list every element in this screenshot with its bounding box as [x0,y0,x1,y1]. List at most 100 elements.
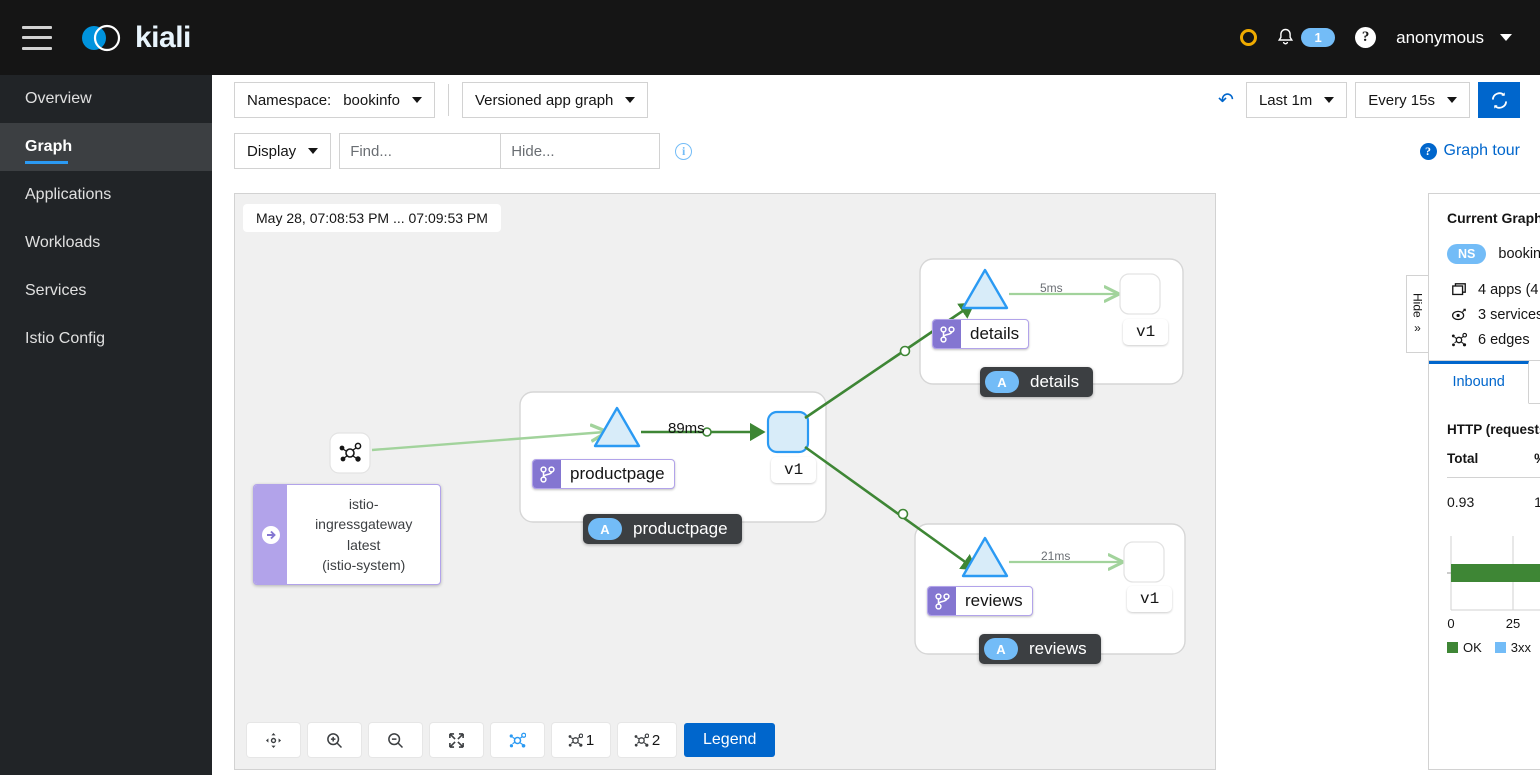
route-icon [533,460,561,488]
service-label-reviews[interactable]: reviews [927,586,1033,616]
graph-tour-label: Graph tour [1443,142,1520,159]
sidebar-item-overview[interactable]: Overview [0,75,212,123]
graph-toolbar-top: Namespace: bookinfo Versioned app graph … [212,75,1540,125]
workload-version-productpage: v1 [771,457,817,483]
service-name: reviews [965,591,1023,610]
chevron-down-icon [625,97,636,103]
graph-canvas[interactable]: May 28, 07:08:53 PM ... 07:09:53 PM isti… [234,193,1216,770]
refresh-interval-selector[interactable]: Every 15s [1355,82,1470,118]
history-icon[interactable]: ↶ [1218,89,1234,112]
sidebar-item-label: Workloads [25,234,101,251]
tab-outbound[interactable]: Outbound [1529,361,1540,404]
app-badge-details: A details [980,367,1094,397]
edge-label-productpage: 89ms [668,420,705,437]
hide-panel-toggle[interactable]: Hide » [1406,275,1428,353]
help-icon: ? [1419,142,1437,160]
namespace-selector[interactable]: Namespace: bookinfo [234,82,435,118]
legend-swatch [1494,642,1506,653]
td-success: 100.00 [1534,494,1540,510]
metrics-title: HTTP (requests per second): [1447,422,1540,437]
legend-swatch [1447,642,1458,653]
display-label: Display [247,142,297,160]
masthead: kiali 1 ? anonymous [0,0,1540,75]
tab-inbound[interactable]: Inbound [1429,361,1530,404]
refresh-button[interactable] [1478,82,1520,118]
display-menu-button[interactable]: Display [234,133,332,169]
app-badge-letter: A [984,638,1018,660]
layout-1-button[interactable]: 1 [552,723,610,757]
ingress-namespace: (istio-system) [322,556,406,573]
ingress-gateway-text: istio-ingressgateway latest (istio-syste… [287,485,440,584]
stat-services: 3 services [1447,307,1540,323]
expand-icon[interactable] [430,723,483,757]
edge-label-details: 5ms [1040,281,1063,295]
info-icon[interactable]: i [675,142,693,160]
brand-name: kiali [135,20,191,54]
direction-tabs: Inbound Outbound Total [1429,361,1540,404]
chart-svg: 0 25 50 75 100 [1447,536,1540,631]
zoom-out-icon[interactable] [369,723,422,757]
stat-apps-text: 4 apps (4 versions) [1478,282,1540,298]
find-input[interactable] [339,133,502,169]
refresh-icon [1491,91,1507,109]
sidebar-item-workloads[interactable]: Workloads [0,219,212,267]
hide-input[interactable] [500,133,661,169]
time-range-selector[interactable]: Last 1m [1245,82,1348,118]
zoom-in-icon[interactable] [308,723,361,757]
graph-controls-toolbar: 1 2 Legend [247,723,776,757]
chart-legend: OK 3xx 4xx 5xx NR [1447,640,1540,655]
service-label-details[interactable]: details [932,319,1030,349]
sidebar-item-label: Graph [25,138,73,155]
kiali-logo-icon [76,19,126,57]
service-name: details [970,324,1020,343]
ingress-gateway-tooltip: istio-ingressgateway latest (istio-syste… [253,484,441,586]
time-controls: ↶ Last 1m Every 15s [1218,82,1520,118]
service-label-productpage[interactable]: productpage [532,459,675,489]
apps-icon [1452,283,1466,296]
metrics-section: HTTP (requests per second): Total %Succe… [1429,404,1540,673]
sidebar-item-services[interactable]: Services [0,267,212,315]
stat-edges-text: 6 edges [1478,332,1530,348]
app-badge-productpage: A productpage [583,514,742,544]
namespace-label: Namespace: [247,91,332,109]
graph-stats: 4 apps (4 versions) 3 services [1447,282,1540,348]
legend-button[interactable]: Legend [684,723,776,757]
th-success: %Success [1534,451,1540,478]
notifications-button[interactable]: 1 [1267,0,1345,75]
panel-title: Current Graph: [1447,210,1540,226]
stat-apps: 4 apps (4 versions) [1447,282,1540,298]
chevron-down-icon [1500,34,1512,41]
workload-version-reviews: v1 [1127,586,1173,612]
sidebar-item-istio-config[interactable]: Istio Config [0,315,212,363]
chevron-down-icon [1324,97,1335,103]
graph-edges [329,258,1186,655]
legend-item-3xx[interactable]: 3xx [1494,640,1531,655]
stat-services-text: 3 services [1478,307,1540,323]
status-circle-icon[interactable] [1230,0,1267,75]
svg-text:25: 25 [1506,616,1520,631]
layout-default-icon[interactable] [491,723,544,757]
user-menu[interactable]: anonymous [1386,0,1522,75]
hamburger-icon[interactable] [22,25,52,50]
fit-to-screen-icon[interactable] [247,723,300,757]
ingress-version: latest [346,536,381,553]
bell-icon [1278,28,1294,45]
layout-2-button[interactable]: 2 [618,723,676,757]
masthead-actions: 1 ? anonymous [1230,0,1540,75]
graph-type-selector[interactable]: Versioned app graph [461,82,649,118]
edge-label-reviews: 21ms [1041,549,1071,563]
brand-logo-group[interactable]: kiali [76,19,191,57]
stat-edges: 6 edges [1447,332,1540,348]
graph-tour-link[interactable]: ? Graph tour [1419,142,1520,160]
chevron-down-icon [1447,97,1457,103]
http-metrics-table: Total %Success %Error 0.93 100.00 0.00 [1447,451,1540,510]
arrow-right-circle-icon [254,485,288,585]
graph-toolbar-bottom: Display i ? Graph tour [212,125,1540,177]
sidebar: Overview Graph Applications Workloads Se… [0,75,212,775]
sidebar-item-graph[interactable]: Graph [0,123,212,171]
services-icon [1451,308,1466,321]
sidebar-item-applications[interactable]: Applications [0,171,212,219]
summary-side-panel: Current Graph: NS bookinfo ! 4 apps (4 v… [1428,193,1540,770]
legend-item-ok[interactable]: OK [1447,640,1482,655]
help-circle-icon[interactable]: ? [1345,0,1386,75]
